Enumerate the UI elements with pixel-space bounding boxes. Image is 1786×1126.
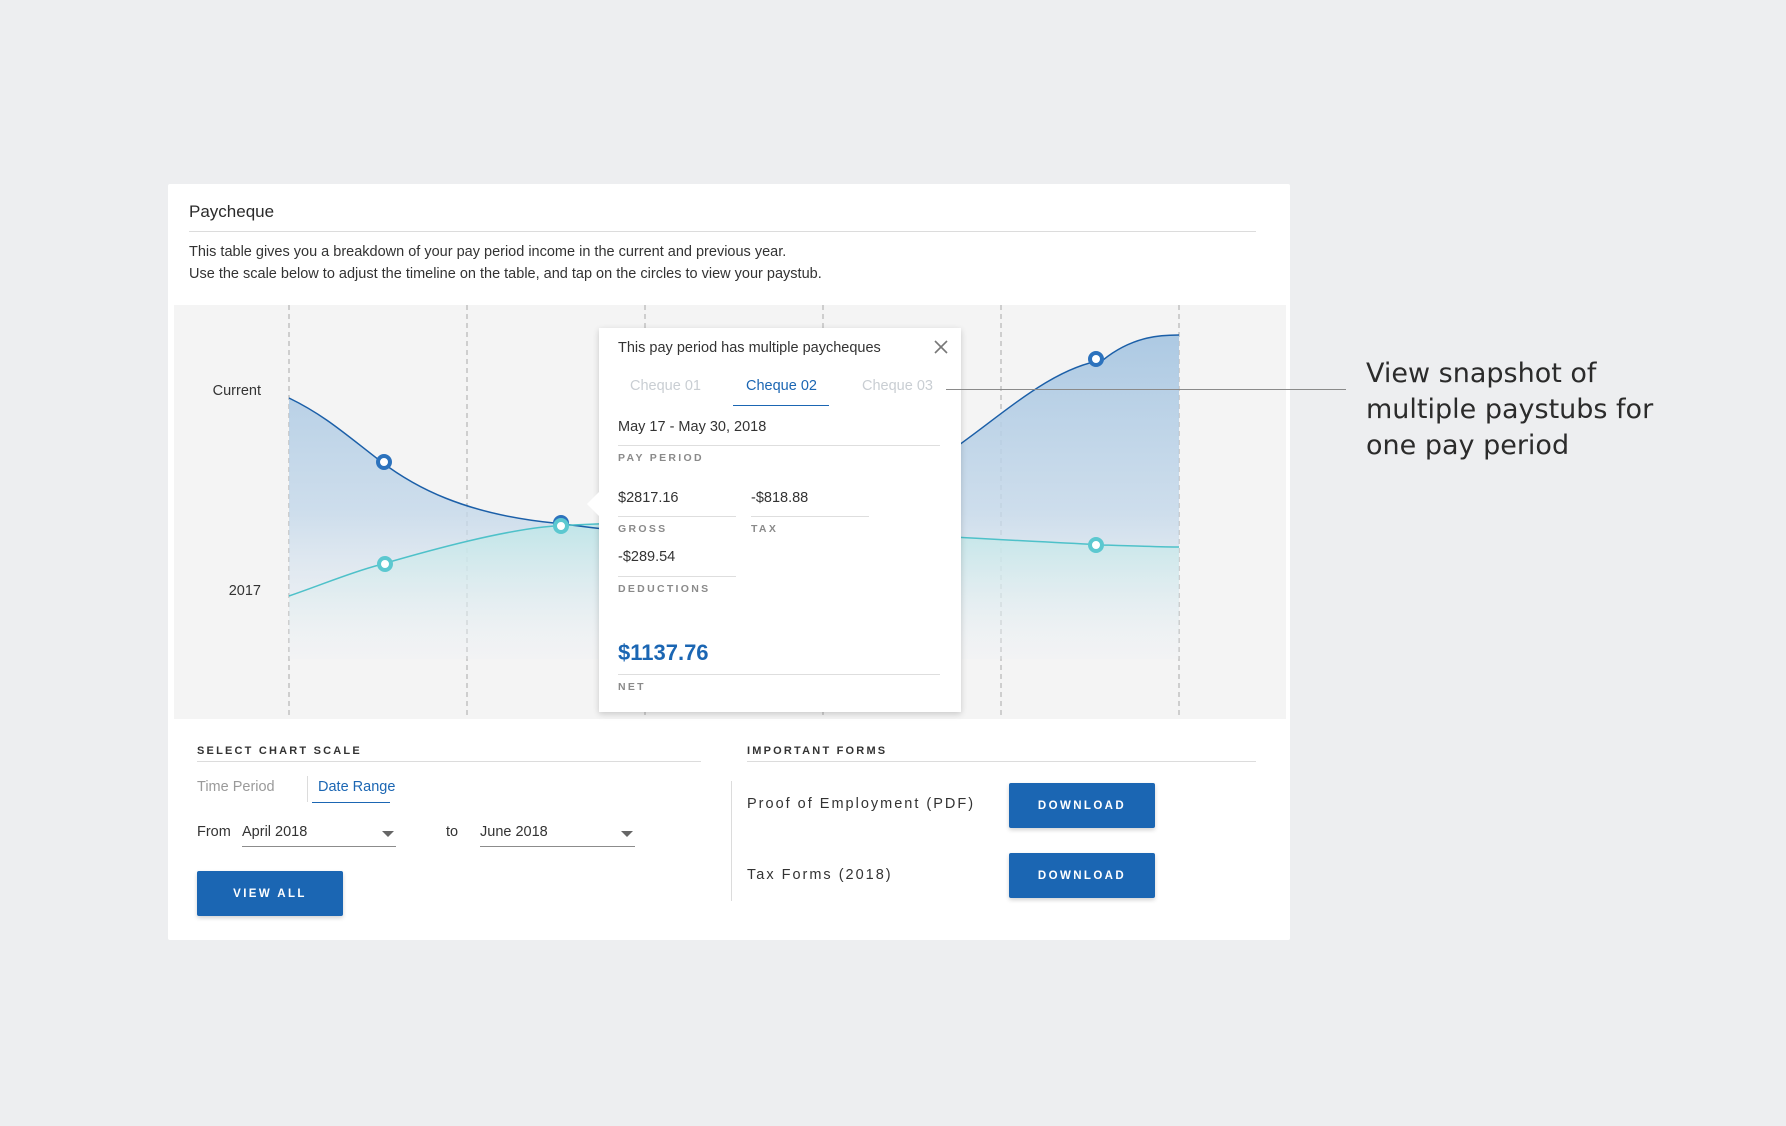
- deductions-value: -$289.54: [618, 549, 676, 565]
- important-forms-rule: [747, 761, 1256, 762]
- description-line-2: Use the scale below to adjust the timeli…: [189, 266, 822, 282]
- deductions-label: DEDUCTIONS: [618, 583, 711, 595]
- tax-value: -$818.88: [751, 490, 809, 506]
- forms-divider: [731, 781, 732, 901]
- gross-value: $2817.16: [618, 490, 679, 506]
- form-proof-of-employment: Proof of Employment (PDF): [747, 796, 976, 812]
- popup-pointer: [587, 492, 599, 516]
- tab-cheque-01[interactable]: Cheque 01: [630, 378, 701, 394]
- gross-label: GROSS: [618, 523, 668, 535]
- to-label: to: [446, 824, 459, 840]
- view-all-button[interactable]: VIEW ALL: [197, 871, 343, 916]
- current-point[interactable]: [376, 454, 392, 470]
- paystub-popup: This pay period has multiple paycheques …: [587, 328, 961, 712]
- pay-period-value: May 17 - May 30, 2018: [618, 419, 767, 435]
- tab-cheque-03[interactable]: Cheque 03: [862, 378, 933, 394]
- series-label-current: Current: [213, 383, 261, 399]
- chevron-down-icon: [382, 831, 394, 837]
- series-label-2017: 2017: [229, 583, 261, 599]
- from-label: From: [197, 824, 231, 840]
- tab-time-period[interactable]: Time Period: [197, 779, 275, 795]
- pay-period-label: PAY PERIOD: [618, 452, 704, 464]
- paycheque-chart: Current 2017 This pay period has multipl…: [174, 305, 1286, 719]
- to-month-value: June 2018: [480, 824, 548, 840]
- download-tax-forms-button[interactable]: DOWNLOAD: [1009, 853, 1155, 898]
- to-month-select[interactable]: June 2018: [480, 816, 635, 847]
- deductions-rule: [618, 576, 736, 577]
- title-divider: [189, 231, 1256, 232]
- active-tab-indicator: [733, 405, 829, 406]
- previous-point[interactable]: [553, 518, 569, 534]
- tab-cheque-02[interactable]: Cheque 02: [746, 378, 817, 394]
- annotation-callout-line: [946, 389, 1346, 390]
- net-label: NET: [618, 681, 646, 693]
- tax-rule: [751, 516, 869, 517]
- chevron-down-icon: [621, 831, 633, 837]
- net-value: $1137.76: [618, 640, 709, 665]
- chart-scale-label: SELECT CHART SCALE: [197, 745, 362, 757]
- annotation-text: View snapshot of multiple paystubs for o…: [1366, 358, 1654, 461]
- paycheque-card: Paycheque This table gives you a breakdo…: [168, 184, 1290, 940]
- from-month-select[interactable]: April 2018: [242, 816, 396, 847]
- previous-point[interactable]: [377, 556, 393, 572]
- scale-active-tab-indicator: [312, 802, 390, 803]
- card-title: Paycheque: [189, 202, 275, 221]
- popup-heading: This pay period has multiple paycheques: [618, 340, 881, 356]
- chart-scale-rule: [197, 761, 701, 762]
- tax-label: TAX: [751, 523, 779, 535]
- form-tax-forms: Tax Forms (2018): [747, 867, 893, 883]
- tab-date-range[interactable]: Date Range: [318, 779, 395, 795]
- previous-point[interactable]: [1088, 537, 1104, 553]
- download-proof-of-employment-button[interactable]: DOWNLOAD: [1009, 783, 1155, 828]
- pay-period-rule: [618, 445, 940, 446]
- scale-tab-divider: [307, 776, 308, 802]
- important-forms-label: IMPORTANT FORMS: [747, 745, 888, 757]
- net-rule: [618, 674, 940, 675]
- description-line-1: This table gives you a breakdown of your…: [189, 244, 787, 260]
- from-month-value: April 2018: [242, 824, 308, 840]
- current-point[interactable]: [1088, 351, 1104, 367]
- close-icon[interactable]: [932, 338, 950, 356]
- gross-rule: [618, 516, 736, 517]
